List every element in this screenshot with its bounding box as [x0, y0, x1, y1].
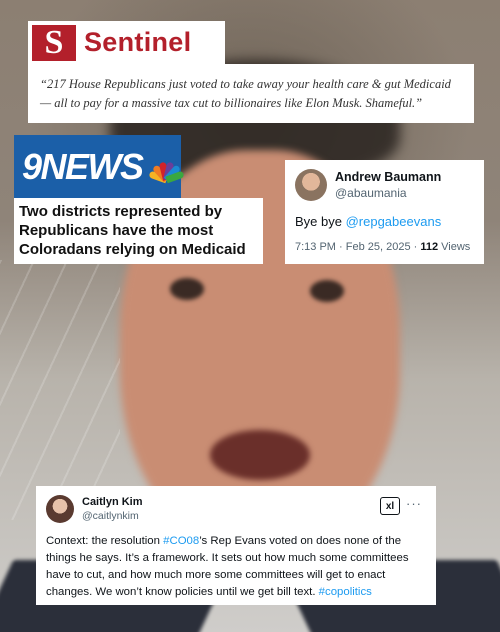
more-options-icon[interactable]: ···: [406, 496, 422, 511]
bg-eye-left: [170, 278, 204, 300]
tweet-views-label: Views: [438, 241, 471, 253]
avatar[interactable]: [46, 495, 74, 523]
sentinel-quote: “217 House Republicans just voted to tak…: [28, 64, 474, 123]
bg-mouth: [210, 430, 310, 480]
ninenews-logo: 9NEWS: [14, 135, 185, 198]
ninenews-headline: Two districts represented by Republicans…: [14, 198, 263, 264]
tweet-view-count: 112: [420, 241, 439, 253]
ninenews-wordmark: 9NEWS: [22, 145, 144, 187]
x-logo-icon[interactable]: xl: [380, 497, 400, 515]
tweet-author-name[interactable]: Caitlyn Kim: [82, 496, 143, 508]
bg-eye-right: [310, 280, 344, 302]
hashtag-link[interactable]: #CO08: [163, 535, 199, 547]
sentinel-wordmark: Sentinel: [84, 27, 192, 57]
tweet-meta: 7:13 PM · Feb 25, 2025 · 112 Views: [295, 241, 474, 253]
tweet-author-handle[interactable]: @caitlynkim: [82, 510, 143, 522]
tweet-body: Bye bye @repgabeevans: [295, 214, 474, 229]
tweet-card-andrew[interactable]: Andrew Baumann @abaumania Bye bye @repga…: [285, 160, 484, 264]
sentinel-logo: S Sentinel: [28, 21, 225, 64]
tweet-body: Context: the resolution #CO08’s Rep Evan…: [46, 533, 426, 601]
tweet-card-caitlyn[interactable]: Caitlyn Kim @caitlynkim xl ··· Context: …: [36, 486, 436, 605]
tweet-body-text: Bye bye: [295, 214, 346, 229]
bg-wall: [0, 260, 120, 520]
tweet-timestamp[interactable]: 7:13 PM · Feb 25, 2025 ·: [295, 241, 420, 253]
avatar[interactable]: [295, 169, 327, 201]
tweet-body-text: Context: the resolution: [46, 535, 164, 547]
tweet-author-handle[interactable]: @abaumania: [335, 186, 441, 200]
nbc-peacock-icon: [147, 154, 185, 183]
mention-link[interactable]: @repgabeevans: [346, 214, 442, 229]
tweet-author-name[interactable]: Andrew Baumann: [335, 170, 441, 184]
hashtag-link[interactable]: #copolitics: [319, 586, 372, 598]
sentinel-logo-icon: S: [32, 24, 76, 61]
